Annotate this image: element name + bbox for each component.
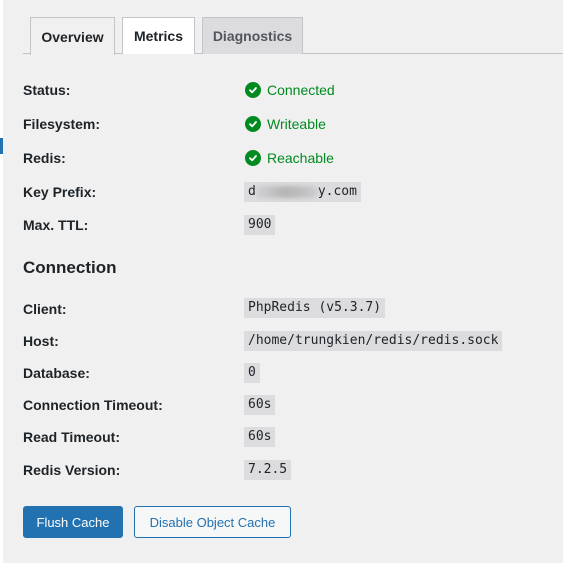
connection-timeout-label: Connection Timeout: <box>23 397 163 413</box>
key-prefix-value: d y.com <box>244 182 361 202</box>
admin-sidebar-edge <box>0 0 3 563</box>
read-timeout-label: Read Timeout: <box>23 429 120 445</box>
key-prefix-label: Key Prefix: <box>23 184 97 200</box>
redis-label: Redis: <box>23 150 66 166</box>
redis-version-value: 7.2.5 <box>244 460 292 480</box>
host-label: Host: <box>23 333 59 349</box>
redis-version-label: Redis Version: <box>23 462 121 478</box>
tab-bar: Overview Metrics Diagnostics <box>0 0 563 55</box>
filesystem-value: Writeable <box>245 116 326 132</box>
tab-overview[interactable]: Overview <box>30 17 115 55</box>
database-label: Database: <box>23 365 90 381</box>
check-circle-icon <box>245 116 261 132</box>
filesystem-text: Writeable <box>267 116 326 132</box>
check-circle-icon <box>245 82 261 98</box>
check-circle-icon <box>245 150 261 166</box>
sidebar-active-marker <box>0 138 3 154</box>
host-value: /home/trungkien/redis/redis.sock <box>244 331 503 351</box>
database-value: 0 <box>244 363 260 383</box>
read-timeout-value: 60s <box>244 427 276 447</box>
max-ttl-label: Max. TTL: <box>23 217 89 233</box>
tab-metrics[interactable]: Metrics <box>122 17 195 54</box>
connection-timeout-value: 60s <box>244 395 276 415</box>
disable-object-cache-button[interactable]: Disable Object Cache <box>134 506 291 538</box>
status-label: Status: <box>23 82 71 98</box>
max-ttl-value: 900 <box>244 215 276 235</box>
status-value: Connected <box>245 82 335 98</box>
client-label: Client: <box>23 301 67 317</box>
filesystem-label: Filesystem: <box>23 116 101 132</box>
flush-cache-button[interactable]: Flush Cache <box>23 506 123 538</box>
key-prefix-end: y.com <box>317 184 357 199</box>
status-text: Connected <box>267 82 335 98</box>
redis-value: Reachable <box>245 150 334 166</box>
client-value: PhpRedis (v5.3.7) <box>244 298 386 318</box>
key-prefix-start: d <box>248 184 256 199</box>
tab-diagnostics[interactable]: Diagnostics <box>202 17 303 54</box>
connection-heading: Connection <box>23 258 117 277</box>
redacted-blur <box>255 185 318 198</box>
redis-text: Reachable <box>267 150 334 166</box>
